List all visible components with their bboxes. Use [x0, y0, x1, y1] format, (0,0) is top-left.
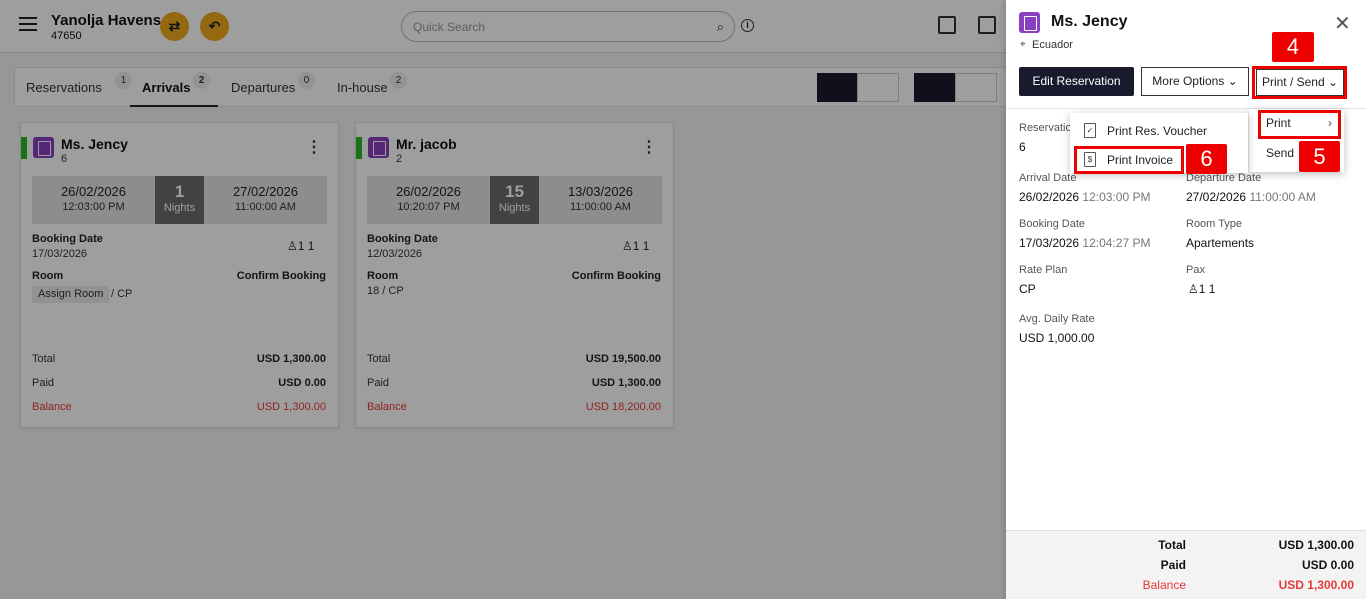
footer-paid-label: Paid — [1160, 558, 1186, 572]
reservation-label: Reservation — [1019, 122, 1078, 134]
more-options-button[interactable]: More Options ⌄ — [1141, 67, 1249, 96]
rate-plan-label: Rate Plan — [1019, 264, 1068, 276]
overlay-backdrop[interactable] — [0, 0, 1006, 599]
pax-count: 1 1 — [1198, 282, 1216, 296]
person-icon: ♙ — [1188, 282, 1199, 296]
close-icon[interactable]: ✕ — [1334, 14, 1351, 34]
footer-balance-label: Balance — [1142, 578, 1186, 592]
step-badge-4: 4 — [1272, 32, 1314, 62]
pax-value: ♙1 1 — [1188, 282, 1215, 296]
footer-balance-value: USD 1,300.00 — [1278, 578, 1354, 592]
panel-footer: Total USD 1,300.00 Paid USD 0.00 Balance… — [1006, 530, 1366, 599]
room-type-label: Room Type — [1186, 218, 1243, 230]
reservation-value: 6 — [1019, 140, 1026, 154]
step-badge-6: 6 — [1186, 144, 1227, 174]
arrival-time-value: 12:03:00 PM — [1082, 190, 1151, 204]
arrival-date: 26/02/2026 12:03:00 PM — [1019, 190, 1150, 204]
arrival-date-value: 26/02/2026 — [1019, 190, 1080, 204]
room-type-value: Apartements — [1186, 236, 1255, 250]
location-pin-icon: ⌖ — [1020, 39, 1026, 50]
departure-date: 27/02/2026 11:00:00 AM — [1186, 190, 1316, 204]
step-highlight-print-invoice — [1074, 146, 1184, 174]
departure-time-value: 11:00:00 AM — [1249, 190, 1316, 204]
print-voucher-item[interactable]: ✓ Print Res. Voucher — [1070, 117, 1248, 145]
voucher-doc-icon: ✓ — [1084, 123, 1096, 138]
departure-date-value: 27/02/2026 — [1186, 190, 1247, 204]
rate-plan-value: CP — [1019, 282, 1036, 296]
adr-label: Avg. Daily Rate — [1019, 313, 1095, 325]
step-badge-5: 5 — [1299, 141, 1340, 172]
booking-date: 17/03/2026 12:04:27 PM — [1019, 236, 1150, 250]
footer-paid-value: USD 0.00 — [1301, 558, 1354, 572]
step-highlight-print — [1258, 110, 1341, 139]
step-highlight-print-send — [1252, 66, 1347, 99]
print-voucher-label: Print Res. Voucher — [1107, 124, 1208, 138]
adr-value: USD 1,000.00 — [1019, 331, 1095, 345]
arrival-date-label: Arrival Date — [1019, 172, 1077, 184]
pax-label: Pax — [1186, 264, 1205, 276]
booking-date-value: 17/03/2026 — [1019, 236, 1080, 250]
edit-reservation-button[interactable]: Edit Reservation — [1019, 67, 1134, 96]
building-icon — [1019, 12, 1040, 33]
booking-time-value: 12:04:27 PM — [1082, 236, 1151, 250]
more-options-label: More Options — [1152, 74, 1225, 88]
booking-date-label: Booking Date — [1019, 218, 1086, 230]
footer-total-label: Total — [1158, 538, 1186, 552]
guest-country: Ecuador — [1032, 39, 1073, 51]
panel-guest-name: Ms. Jency — [1051, 13, 1128, 30]
chevron-down-icon: ⌄ — [1227, 74, 1238, 88]
footer-total-value: USD 1,300.00 — [1278, 538, 1354, 552]
